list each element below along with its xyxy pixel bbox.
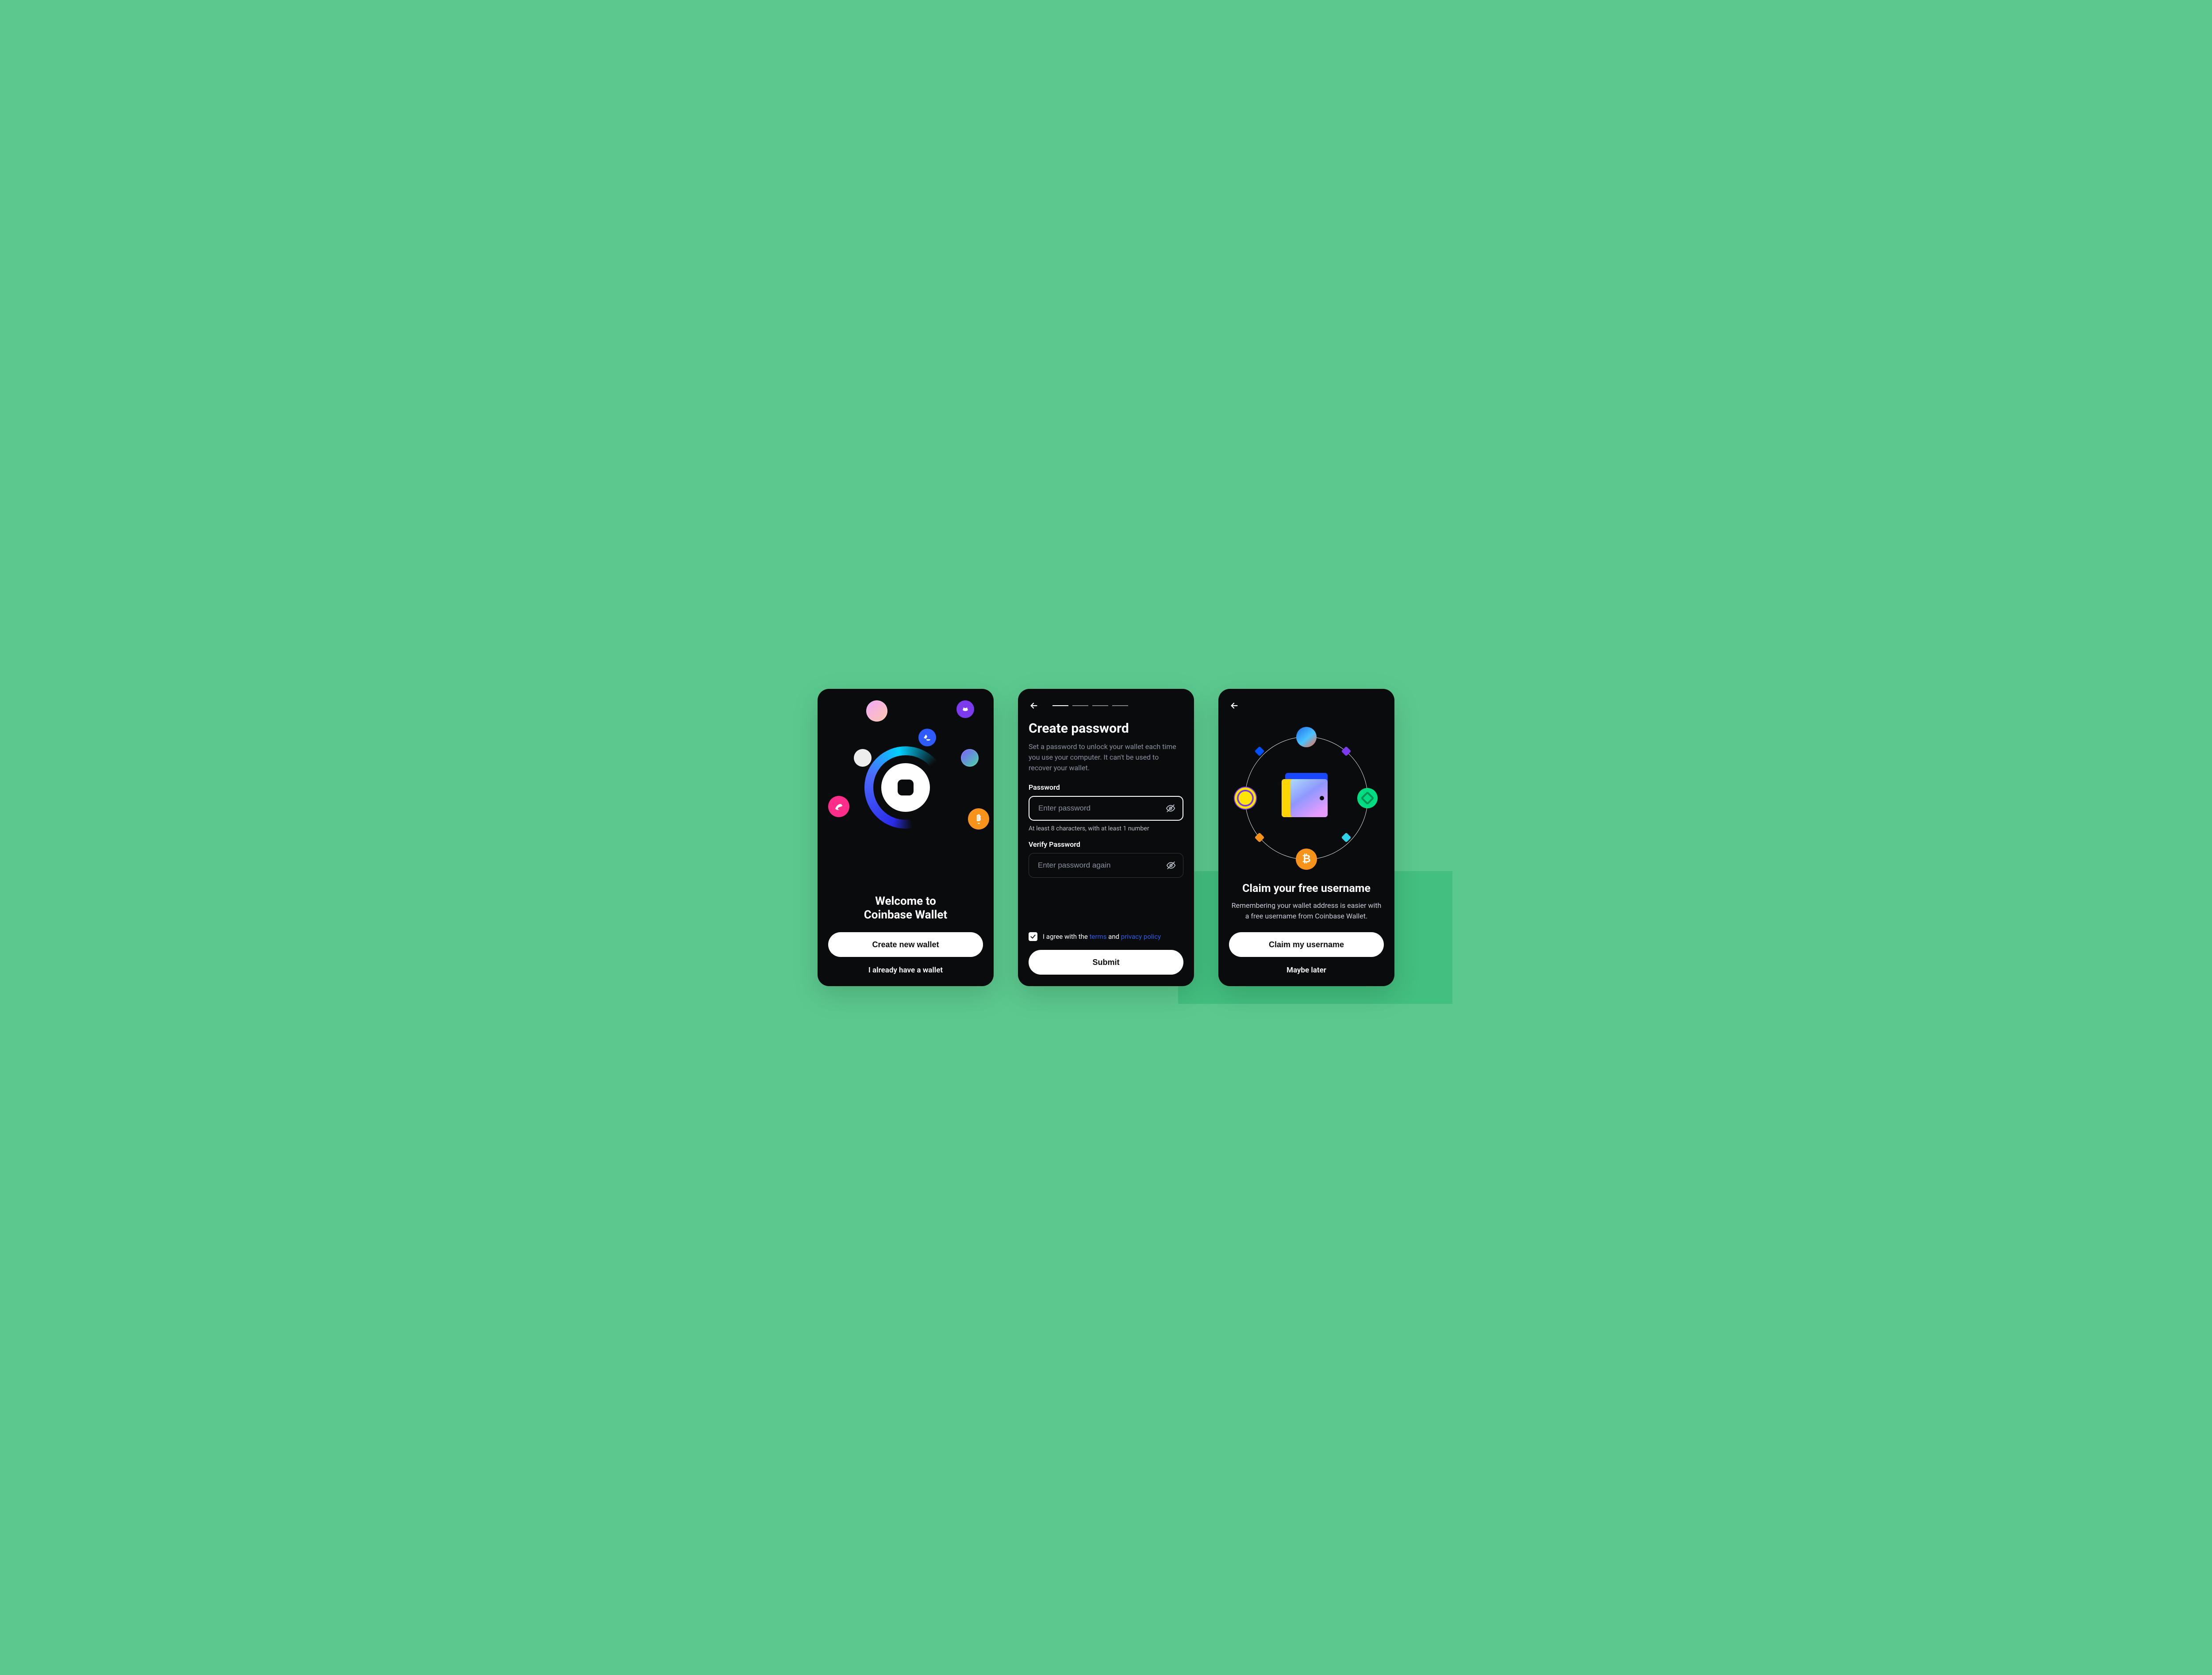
page-title: Create password: [1029, 721, 1183, 736]
welcome-title-line1: Welcome to: [828, 895, 983, 909]
page-description: Remembering your wallet address is easie…: [1229, 900, 1384, 922]
ape-nft-chip: [854, 749, 872, 767]
coinbase-logo-icon: [881, 763, 930, 812]
bitcoin-icon: ₿: [1296, 849, 1317, 870]
nft-avatar-chip: [866, 700, 887, 722]
verify-password-input-wrap[interactable]: [1029, 853, 1183, 878]
progress-step-3: [1092, 705, 1108, 706]
already-have-wallet-link[interactable]: I already have a wallet: [828, 966, 983, 975]
create-new-wallet-button[interactable]: Create new wallet: [828, 932, 983, 957]
password-input[interactable]: [1037, 803, 1160, 813]
avatar-node: [1296, 727, 1317, 747]
welcome-title: Welcome to Coinbase Wallet: [828, 895, 983, 922]
sun-token-node: [1234, 787, 1257, 810]
claim-username-button[interactable]: Claim my username: [1229, 932, 1384, 957]
claim-username-screen: ₿ Claim your free username Remembering y…: [1218, 689, 1394, 986]
connector-node: [1346, 751, 1353, 758]
bitcoin-chip: [968, 808, 989, 830]
progress-step-1: [1052, 705, 1068, 706]
opensea-chip: [918, 729, 936, 746]
page-description: Set a password to unlock your wallet eac…: [1029, 741, 1183, 773]
uniswap-chip: [828, 796, 849, 817]
welcome-title-line2: Coinbase Wallet: [828, 908, 983, 922]
create-password-screen: Create password Set a password to unlock…: [1018, 689, 1194, 986]
terms-link[interactable]: terms: [1090, 933, 1107, 941]
welcome-hero-graphic: [828, 700, 983, 895]
back-button[interactable]: [1229, 700, 1240, 711]
back-button[interactable]: [1029, 700, 1039, 711]
password-input-wrap[interactable]: [1029, 796, 1183, 821]
agree-row[interactable]: I agree with the terms and privacy polic…: [1029, 932, 1183, 941]
bitcoin-node: ₿: [1296, 849, 1317, 870]
sun-token-icon: [1234, 787, 1257, 810]
nft-chip: [961, 749, 979, 767]
green-token-node: [1357, 788, 1378, 808]
submit-button[interactable]: Submit: [1029, 950, 1183, 975]
agree-text: I agree with the terms and privacy polic…: [1043, 933, 1161, 941]
connector-node: [1260, 751, 1267, 758]
password-hint: At least 8 characters, with at least 1 n…: [1029, 825, 1183, 832]
connector-node: [1260, 838, 1267, 845]
token-chip: [956, 700, 974, 718]
connector-node: [1346, 838, 1353, 845]
coinbase-orb: [864, 746, 947, 829]
wallet-icon: [1285, 779, 1328, 817]
three-screen-showcase: Welcome to Coinbase Wallet Create new wa…: [778, 689, 1435, 986]
verify-password-input[interactable]: [1037, 861, 1160, 870]
privacy-link[interactable]: privacy policy: [1121, 933, 1161, 941]
toggle-password-visibility-icon[interactable]: [1166, 803, 1175, 813]
maybe-later-link[interactable]: Maybe later: [1229, 966, 1384, 975]
progress-step-2: [1072, 705, 1088, 706]
agree-checkbox[interactable]: [1029, 932, 1037, 941]
toggle-verify-visibility-icon[interactable]: [1166, 861, 1176, 870]
progress-steps: [1052, 705, 1128, 706]
avatar-icon: [1296, 727, 1317, 747]
diamond-token-icon: [1357, 788, 1378, 808]
username-hero-graphic: ₿: [1229, 716, 1384, 880]
welcome-screen: Welcome to Coinbase Wallet Create new wa…: [818, 689, 994, 986]
verify-password-label: Verify Password: [1029, 840, 1183, 849]
password-label: Password: [1029, 783, 1183, 791]
progress-step-4: [1112, 705, 1128, 706]
page-title: Claim your free username: [1229, 882, 1384, 895]
token-ring: ₿: [1245, 737, 1368, 860]
